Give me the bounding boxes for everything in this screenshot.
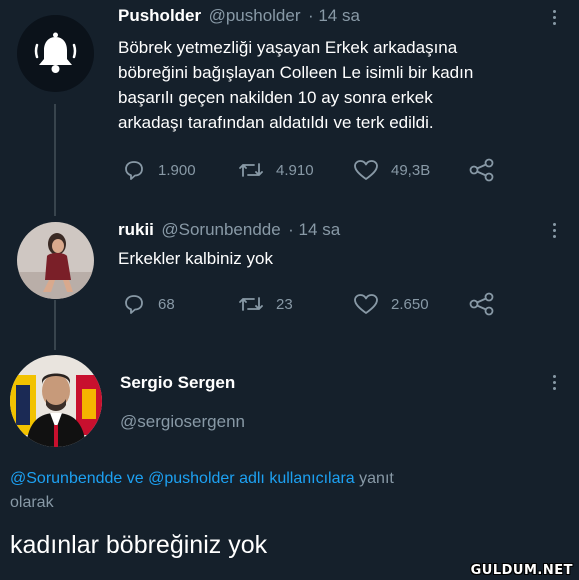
like-button[interactable]: 49,3B (353, 158, 430, 182)
avatar[interactable] (17, 222, 94, 299)
retweet-button[interactable]: 23 (238, 292, 293, 316)
reply-context-text: olarak (10, 494, 54, 511)
retweet-count: 4.910 (276, 161, 314, 179)
tweet-text: Böbrek yetmezliği yaşayan Erkek arkadaşı… (118, 35, 558, 135)
tweet-text-line: böbreğini bağışlayan Colleen Le isimli b… (118, 63, 474, 82)
author-handle[interactable]: @Sorunbendde (161, 220, 280, 239)
share-icon (469, 158, 494, 182)
like-button[interactable]: 2.650 (353, 292, 429, 316)
tweet-time[interactable]: · 14 sa (308, 6, 360, 25)
more-options-icon[interactable] (553, 223, 557, 241)
author-name[interactable]: Pusholder (118, 6, 201, 25)
heart-icon (354, 160, 378, 180)
retweet-icon (239, 297, 263, 311)
tweet-text-line: Böbrek yetmezliği yaşayan Erkek arkadaşı… (118, 38, 458, 57)
profile-photo (17, 222, 94, 299)
tweet-text: kadınlar böbreğiniz yok (10, 531, 268, 559)
retweet-icon (239, 163, 263, 177)
tweet-text-line: başarılı geçen nakilden 10 ay sonra erke… (118, 88, 433, 107)
reply-mentions[interactable]: @Sorunbendde ve @pusholder adlı kullanıc… (10, 470, 355, 487)
profile-photo (10, 355, 102, 447)
tweet-text: Erkekler kalbiniz yok (118, 249, 273, 268)
like-count: 49,3B (391, 161, 431, 179)
share-button[interactable] (468, 158, 496, 182)
author-handle[interactable]: @sergiosergenn (120, 412, 245, 432)
reply-count: 1.900 (158, 161, 196, 179)
author-name[interactable]: rukii (118, 220, 154, 239)
share-button[interactable] (468, 292, 496, 316)
more-options-icon[interactable] (553, 375, 557, 393)
thread-line (54, 104, 56, 216)
retweet-button[interactable]: 4.910 (238, 158, 314, 182)
tweet-time[interactable]: · 14 sa (288, 220, 340, 239)
avatar[interactable] (10, 355, 102, 447)
author-name[interactable]: Sergio Sergen (120, 373, 235, 393)
watermark: GULDUM.NET (470, 563, 573, 578)
retweet-count: 23 (276, 295, 293, 313)
bell-icon (17, 15, 94, 92)
thread-line (54, 300, 56, 350)
reply-context: @Sorunbendde ve @pusholder adlı kullanıc… (10, 467, 570, 515)
like-count: 2.650 (391, 295, 429, 313)
reply-count: 68 (158, 295, 175, 313)
author-handle[interactable]: @pusholder (209, 6, 301, 25)
reply-button[interactable]: 68 (122, 292, 175, 316)
tweet-text-line: arkadaşı tarafından aldatıldı ve terk ed… (118, 113, 434, 132)
reply-icon (125, 295, 143, 314)
reply-icon (125, 161, 143, 180)
tweet-header: Pusholder @pusholder · 14 sa (118, 6, 360, 26)
reply-button[interactable]: 1.900 (122, 158, 196, 182)
heart-icon (354, 294, 378, 314)
avatar[interactable] (17, 15, 94, 92)
more-options-icon[interactable] (553, 10, 557, 28)
share-icon (469, 292, 494, 316)
reply-context-text: yanıt (359, 470, 394, 487)
tweet-header: rukii @Sorunbendde · 14 sa (118, 220, 340, 240)
